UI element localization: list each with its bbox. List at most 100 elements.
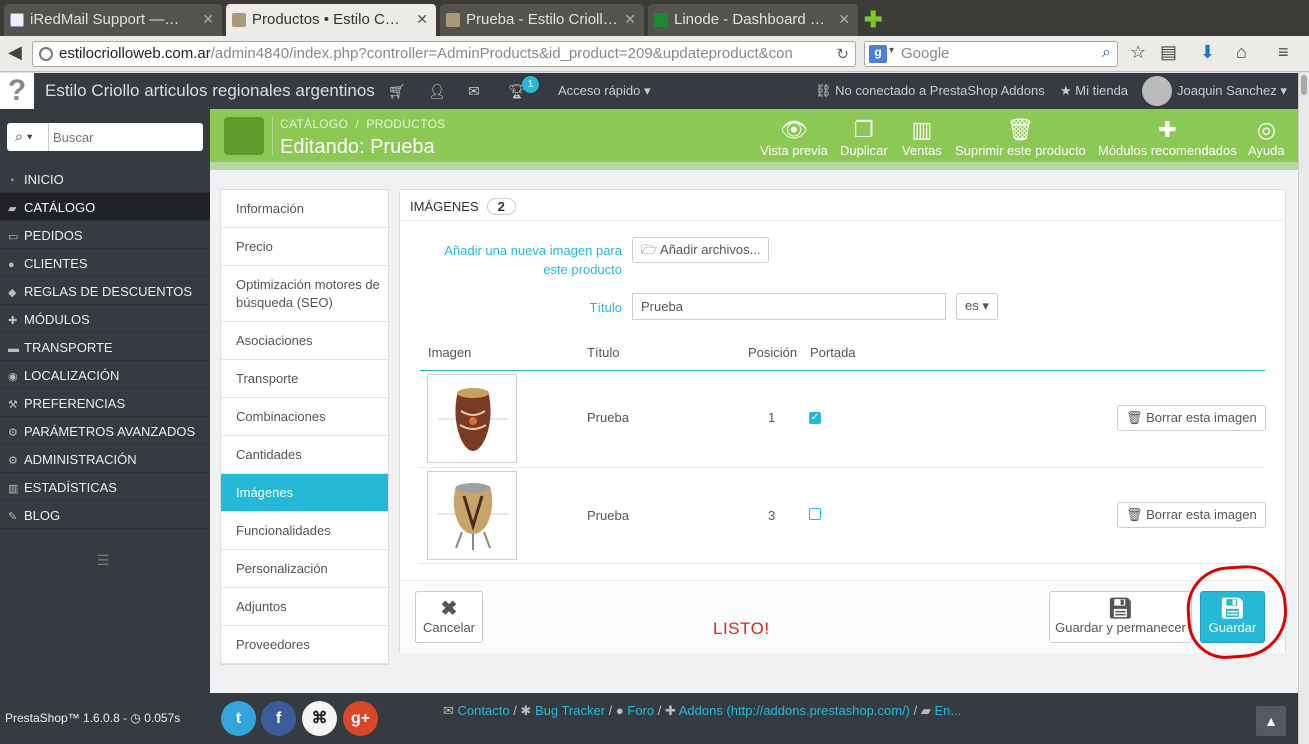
- prestashop-logo-icon[interactable]: ?: [0, 73, 34, 109]
- cancel-button[interactable]: ✖ Cancelar: [415, 591, 483, 643]
- tab-transporte[interactable]: Transporte: [221, 360, 388, 398]
- search-icon[interactable]: ⌕: [1102, 44, 1111, 62]
- quick-access-dropdown[interactable]: Acceso rápido ▾: [558, 83, 651, 99]
- browser-tab-prueba[interactable]: Prueba - Estilo Crioll… ✕: [440, 4, 644, 36]
- sidebar-item-localizacion[interactable]: ◉ LOCALIZACIÓN: [0, 361, 210, 389]
- product-image-thumbnail[interactable]: [427, 374, 517, 463]
- tab-imagenes[interactable]: Imágenes: [221, 474, 388, 512]
- breadcrumb-catalogo[interactable]: CATÁLOGO: [280, 117, 348, 131]
- recommended-modules-button[interactable]: ✚ Módulos recomendados: [1098, 117, 1237, 158]
- tab-asociaciones[interactable]: Asociaciones: [221, 322, 388, 360]
- sidebar-item-catalogo[interactable]: ▰ CATÁLOGO: [0, 193, 210, 221]
- lifebuoy-icon: ◎: [1256, 117, 1276, 142]
- sidebar-item-pedidos[interactable]: ▭ PEDIDOS: [0, 221, 210, 249]
- linode-favicon-icon: [654, 13, 668, 27]
- close-tab-icon[interactable]: ✕: [624, 11, 636, 28]
- google-plus-icon[interactable]: g+: [343, 701, 378, 736]
- clock-icon: ◷: [130, 711, 141, 725]
- envelope-icon[interactable]: ✉: [468, 83, 480, 100]
- menu-icon[interactable]: ≡: [1278, 42, 1289, 63]
- home-icon[interactable]: ⌂: [1236, 42, 1247, 63]
- shop-name[interactable]: Estilo Criollo articulos regionales arge…: [45, 81, 375, 101]
- close-tab-icon[interactable]: ✕: [838, 11, 850, 28]
- cover-checkbox[interactable]: ✓: [809, 412, 821, 424]
- sidebar-item-blog[interactable]: ✎ BLOG: [0, 501, 210, 529]
- sidebar-item-label: PEDIDOS: [24, 228, 83, 243]
- avatar[interactable]: [1142, 76, 1172, 106]
- sidebar-item-preferencias[interactable]: ⚒ PREFERENCIAS: [0, 389, 210, 417]
- footer-link-bug-tracker[interactable]: Bug Tracker: [535, 703, 605, 718]
- sidebar-item-label: ESTADÍSTICAS: [24, 480, 117, 495]
- add-files-button[interactable]: 🗁 Añadir archivos...: [632, 237, 770, 263]
- scrollbar-thumb[interactable]: [1301, 75, 1307, 95]
- tab-personalizacion[interactable]: Personalización: [221, 550, 388, 588]
- sidebar-item-clientes[interactable]: ● CLIENTES: [0, 249, 210, 277]
- tab-proveedores[interactable]: Proveedores: [221, 626, 388, 664]
- tab-seo[interactable]: Optimización motores de búsqueda (SEO): [221, 266, 388, 322]
- sidebar-item-transporte[interactable]: ▬ TRANSPORTE: [0, 333, 210, 361]
- browser-tab-linode[interactable]: Linode - Dashboard … ✕: [648, 4, 858, 36]
- title-input[interactable]: [632, 293, 946, 320]
- tab-adjuntos[interactable]: Adjuntos: [221, 588, 388, 626]
- delete-product-button[interactable]: 🗑︎ Suprimir este producto: [955, 117, 1086, 158]
- col-portada: Portada: [810, 345, 856, 360]
- breadcrumb-productos[interactable]: PRODUCTOS: [366, 117, 445, 131]
- url-bar[interactable]: estilocriolloweb.com.ar/admin4840/index.…: [32, 41, 856, 67]
- search-scope-select[interactable]: ⌕ ▾: [7, 123, 49, 151]
- sidebar-item-estadisticas[interactable]: ▥ ESTADÍSTICAS: [0, 473, 210, 501]
- close-icon: ✖: [440, 598, 458, 620]
- cancel-label: Cancelar: [422, 620, 476, 635]
- vertical-scrollbar[interactable]: [1298, 73, 1309, 744]
- notification-badge: 1: [522, 76, 539, 93]
- tab-combinaciones[interactable]: Combinaciones: [221, 398, 388, 436]
- sidebar-search-input[interactable]: [53, 127, 193, 147]
- delete-image-button[interactable]: 🗑︎ Borrar esta imagen: [1117, 405, 1266, 431]
- github-icon[interactable]: ⌘: [302, 701, 337, 736]
- language-select[interactable]: es ▾: [956, 293, 998, 320]
- sidebar-collapse-icon[interactable]: ☰: [97, 552, 110, 569]
- sidebar-item-parametros[interactable]: ⚙ PARÁMETROS AVANZADOS: [0, 417, 210, 445]
- user-name: Joaquin Sanchez: [1177, 83, 1277, 98]
- sales-button[interactable]: ▥ Ventas: [902, 117, 942, 158]
- tab-cantidades[interactable]: Cantidades: [221, 436, 388, 474]
- footer-link-en[interactable]: En...: [934, 703, 961, 718]
- bookmarks-list-icon[interactable]: ▤: [1160, 42, 1177, 63]
- sidebar-item-administracion[interactable]: ⚙ ADMINISTRACIÓN: [0, 445, 210, 473]
- footer-link-addons[interactable]: Addons (http://addons.prestashop.com/): [679, 703, 910, 718]
- sidebar-item-modulos[interactable]: ✚ MÓDULOS: [0, 305, 210, 333]
- back-icon[interactable]: ◀: [8, 42, 22, 63]
- close-tab-icon[interactable]: ✕: [202, 11, 214, 28]
- browser-tab-productos[interactable]: Productos • Estilo C… ✕: [226, 4, 436, 36]
- help-button[interactable]: ◎ Ayuda: [1248, 117, 1285, 158]
- scroll-to-top-button[interactable]: ▲: [1256, 706, 1286, 736]
- facebook-icon[interactable]: f: [261, 701, 296, 736]
- footer-link-contacto[interactable]: Contacto: [458, 703, 510, 718]
- my-shop-link[interactable]: ★ Mi tienda: [1060, 83, 1128, 99]
- cart-icon[interactable]: 🛒︎: [388, 83, 406, 100]
- product-image-thumbnail[interactable]: [427, 471, 517, 560]
- bookmark-star-icon[interactable]: ☆: [1130, 42, 1146, 63]
- save-and-stay-button[interactable]: 💾︎ Guardar y permanecer: [1049, 591, 1192, 643]
- user-icon[interactable]: 👤︎: [428, 83, 446, 100]
- new-tab-icon[interactable]: ✚: [864, 7, 882, 33]
- browser-tab-bar: iRedMail Support —… ✕ Productos • Estilo…: [0, 0, 1309, 36]
- preview-button[interactable]: 👁︎ Vista previa: [760, 117, 828, 158]
- tab-precio[interactable]: Precio: [221, 228, 388, 266]
- browser-tab-iredmail[interactable]: iRedMail Support —… ✕: [4, 4, 222, 36]
- twitter-icon[interactable]: t: [221, 701, 256, 736]
- download-icon[interactable]: ⬇: [1200, 42, 1215, 63]
- cover-checkbox[interactable]: [809, 508, 821, 520]
- browser-search-bar[interactable]: g ▾ Google ⌕: [864, 41, 1118, 67]
- delete-image-button[interactable]: 🗑︎ Borrar esta imagen: [1117, 502, 1266, 528]
- user-menu[interactable]: Joaquin Sanchez ▾: [1177, 83, 1287, 99]
- sidebar-item-inicio[interactable]: ◔ INICIO: [0, 165, 210, 193]
- tab-funcionalidades[interactable]: Funcionalidades: [221, 512, 388, 550]
- footer-link-foro[interactable]: Foro: [627, 703, 654, 718]
- duplicate-button[interactable]: ❐ Duplicar: [840, 117, 888, 158]
- sidebar-item-reglas[interactable]: ◆ REGLAS DE DESCUENTOS: [0, 277, 210, 305]
- addons-status-link[interactable]: ⛓ No conectado a PrestaShop Addons: [815, 83, 1045, 99]
- tab-informacion[interactable]: Información: [221, 190, 388, 228]
- close-tab-icon[interactable]: ✕: [416, 11, 428, 28]
- chevron-down-icon[interactable]: ▾: [889, 45, 894, 56]
- reload-icon[interactable]: ↻: [836, 45, 849, 63]
